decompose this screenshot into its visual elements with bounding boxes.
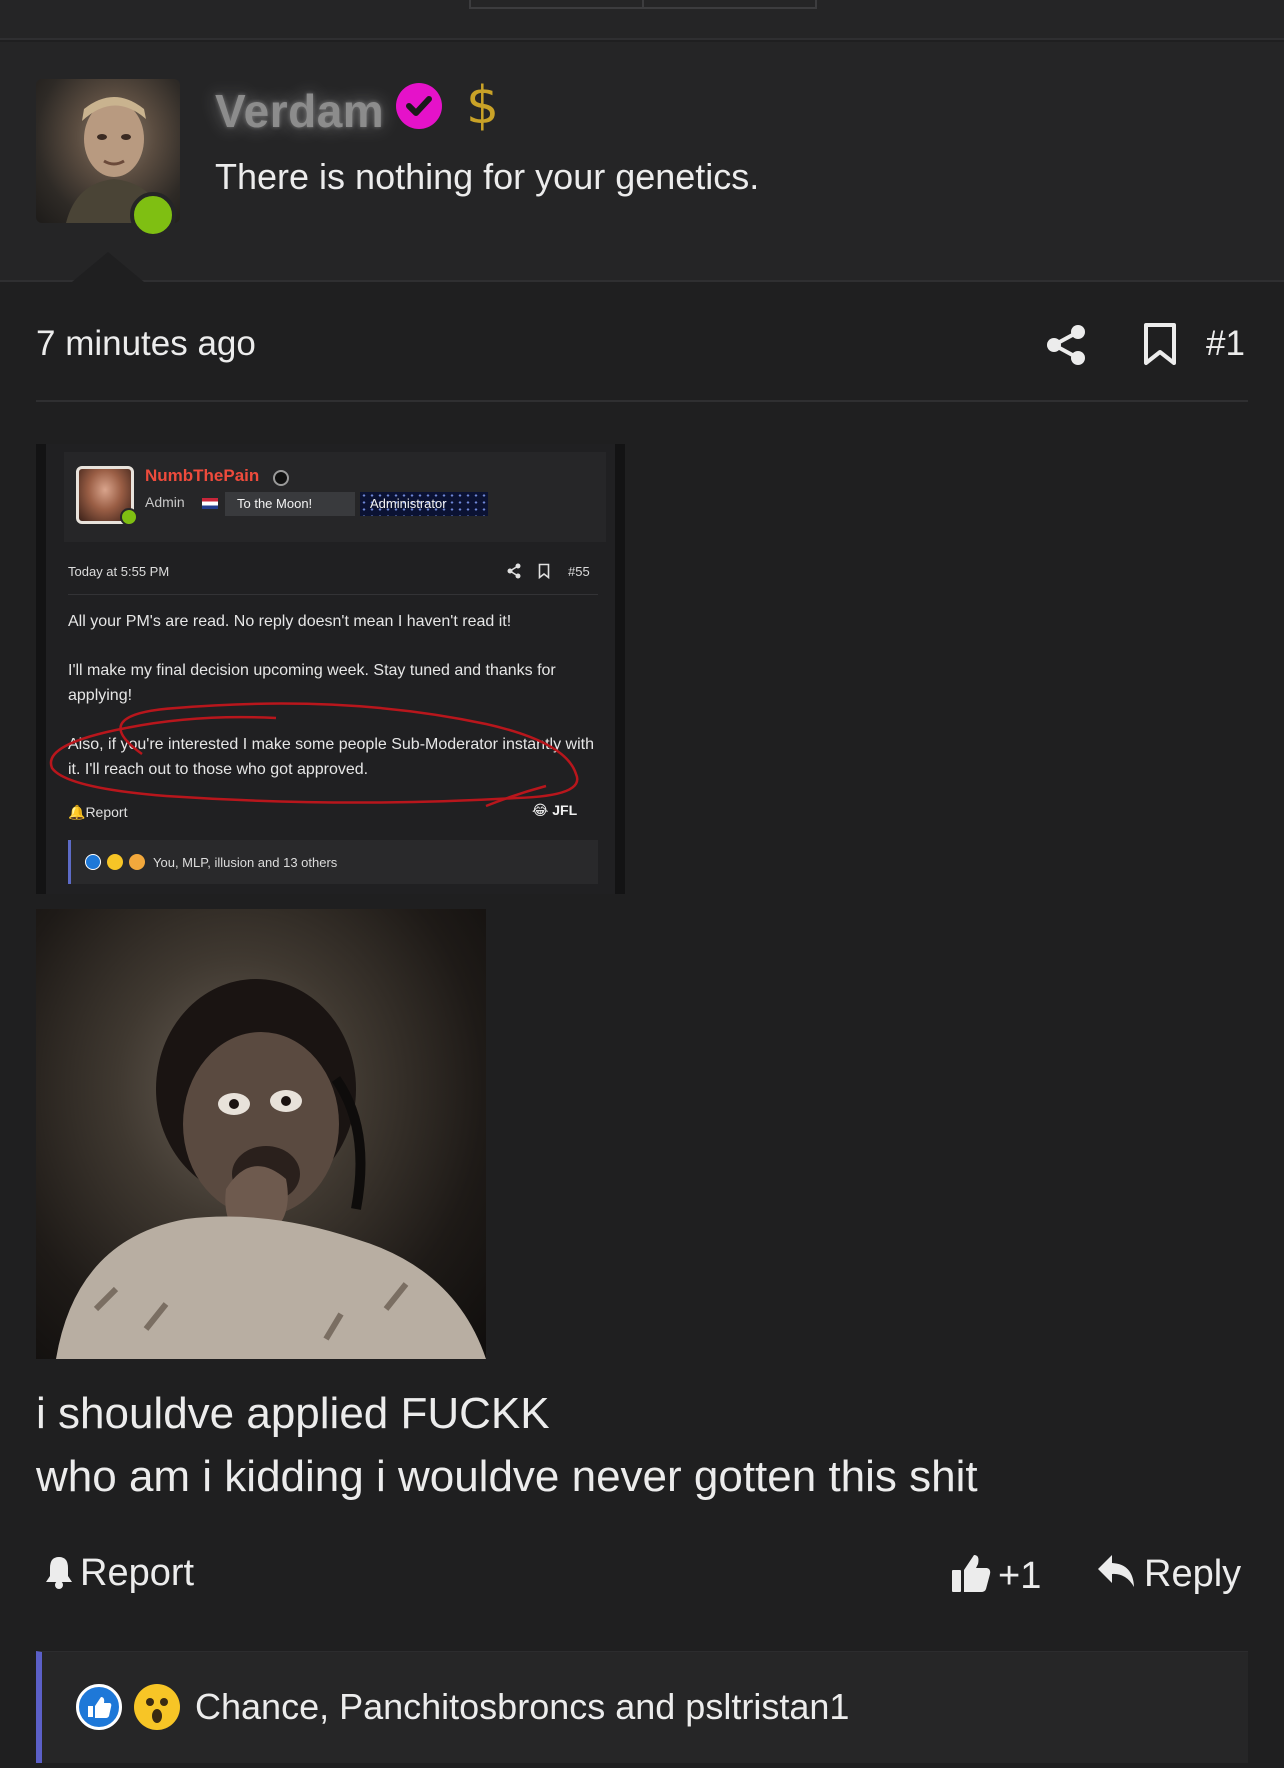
bell-icon bbox=[46, 1557, 72, 1589]
online-status-dot bbox=[130, 192, 176, 238]
shot-divider bbox=[68, 594, 598, 595]
shot-online-dot bbox=[120, 508, 138, 526]
post-author-header: Verdam $ There is nothing for your genet… bbox=[0, 42, 1284, 282]
post-timestamp[interactable]: 7 minutes ago bbox=[36, 324, 256, 364]
top-bar bbox=[0, 0, 1284, 40]
shot-verified-icon bbox=[273, 470, 289, 486]
shot-badge-administrator: Administrator bbox=[360, 492, 488, 516]
shot-report-link: 🔔Report bbox=[68, 804, 128, 820]
shot-report-label: Report bbox=[85, 804, 128, 820]
like-reaction-icon bbox=[76, 1684, 122, 1730]
shot-share-icon bbox=[507, 563, 521, 579]
report-label: Report bbox=[80, 1552, 195, 1594]
tab-divider bbox=[642, 0, 644, 9]
reply-arrow-icon bbox=[1098, 1555, 1134, 1587]
dollar-icon: $ bbox=[466, 76, 500, 136]
shot-paragraph-1: All your PM's are read. No reply doesn't… bbox=[68, 613, 512, 630]
shot-author-header: NumbThePain Admin To the Moon! Administr… bbox=[64, 452, 606, 542]
shot-timestamp: Today at 5:55 PM bbox=[68, 564, 170, 579]
header-pointer bbox=[72, 252, 144, 282]
shot-reaction-label: 😂 JFL bbox=[532, 802, 578, 818]
author-username[interactable]: Verdam bbox=[215, 84, 384, 138]
reactions-users-text[interactable]: Chance, Panchitosbroncs and psltristan1 bbox=[195, 1686, 849, 1728]
bookmark-icon[interactable] bbox=[1142, 322, 1178, 366]
author-tagline: There is nothing for your genetics. bbox=[215, 156, 760, 197]
shot-jfl-text: JFL bbox=[552, 802, 578, 818]
post-meta-row: 7 minutes ago #1 bbox=[36, 318, 1248, 402]
thumbs-up-icon bbox=[952, 1555, 991, 1592]
post-number-link[interactable]: #1 bbox=[1206, 324, 1245, 364]
red-scribble-circle bbox=[49, 702, 579, 808]
shot-wow-emoji-icon bbox=[107, 854, 123, 870]
shot-reactions-bar: You, MLP, illusion and 13 others bbox=[68, 840, 598, 884]
reaction-gif-image[interactable] bbox=[36, 909, 486, 1359]
shot-flag-icon bbox=[202, 498, 218, 509]
caption-line-2: who am i kidding i wouldve never gotten … bbox=[36, 1452, 978, 1501]
shot-role: Admin bbox=[145, 494, 185, 510]
wow-reaction-icon bbox=[134, 1684, 180, 1730]
shot-username: NumbThePain bbox=[145, 466, 260, 485]
shot-badge-moon: To the Moon! bbox=[225, 492, 355, 516]
shot-bookmark-icon bbox=[538, 563, 550, 579]
like-button[interactable]: +1 bbox=[950, 1552, 1041, 1598]
embedded-screenshot-image[interactable]: NumbThePain Admin To the Moon! Administr… bbox=[36, 444, 625, 894]
post-caption: i shouldve applied FUCKK who am i kiddin… bbox=[36, 1382, 978, 1508]
shot-like-emoji-icon bbox=[85, 854, 101, 870]
caption-line-1: i shouldve applied FUCKK bbox=[36, 1389, 550, 1438]
shocked-person-illustration bbox=[56, 979, 486, 1359]
shot-post-number: #55 bbox=[568, 564, 590, 579]
verified-check-icon bbox=[396, 83, 442, 129]
top-tab-group[interactable] bbox=[469, 0, 817, 9]
reply-label: Reply bbox=[1144, 1553, 1242, 1595]
share-icon[interactable] bbox=[1044, 322, 1090, 368]
post-actions-bar: Report +1 Reply bbox=[36, 1548, 1248, 1608]
shot-reactions-text: You, MLP, illusion and 13 others bbox=[153, 855, 338, 870]
reply-button[interactable]: Reply bbox=[1096, 1552, 1241, 1596]
reactions-bar[interactable]: Chance, Panchitosbroncs and psltristan1 bbox=[36, 1651, 1248, 1763]
like-count: +1 bbox=[998, 1555, 1042, 1597]
report-button[interactable]: Report bbox=[44, 1552, 194, 1595]
shot-sad-emoji-icon bbox=[129, 854, 145, 870]
